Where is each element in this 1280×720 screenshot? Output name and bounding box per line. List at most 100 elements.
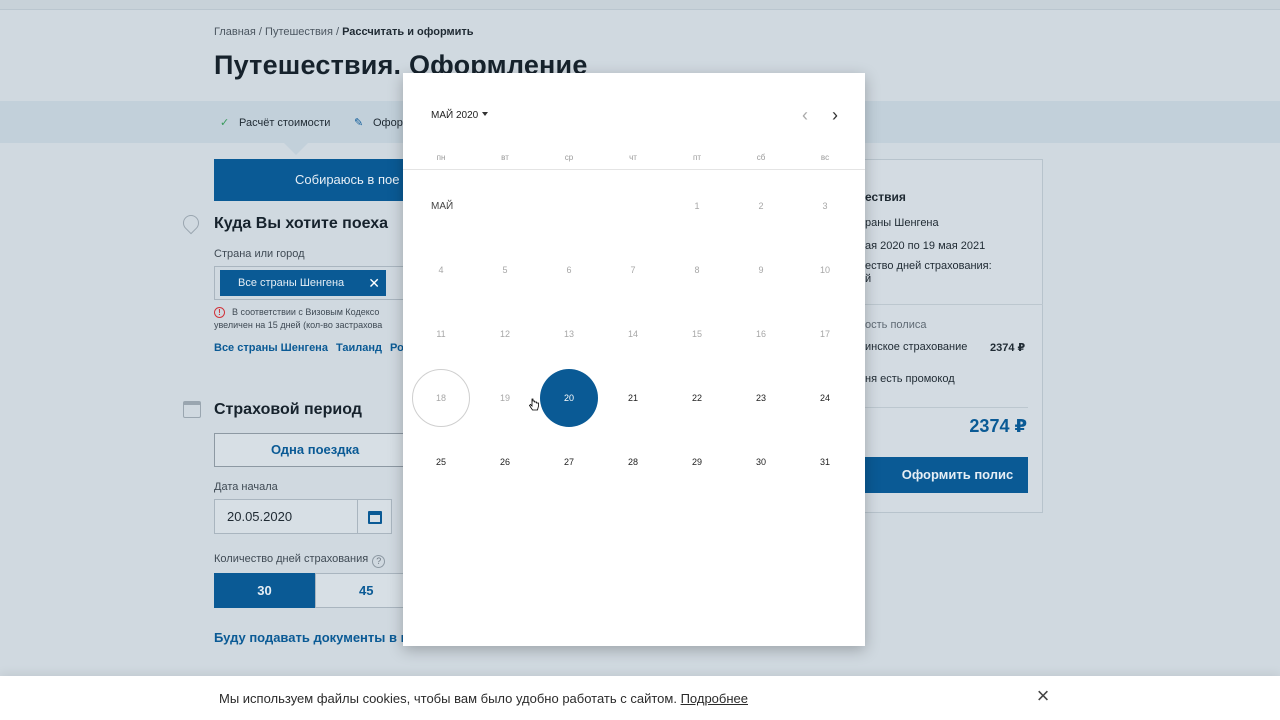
quick-links: Все страны Шенгена Таиланд Ро: [214, 342, 404, 354]
top-bar: [0, 0, 1280, 10]
start-date-input[interactable]: 20.05.2020: [214, 499, 358, 534]
summary-days-line: ество дней страхования:: [865, 260, 992, 272]
help-icon[interactable]: ?: [372, 555, 386, 568]
day-cell[interactable]: 31: [796, 433, 854, 491]
quick-link[interactable]: Таиланд: [336, 342, 382, 354]
close-icon[interactable]: ✕: [368, 270, 380, 296]
docs-link[interactable]: Буду подавать документы в п: [214, 630, 404, 645]
breadcrumb-separator: /: [255, 26, 266, 38]
breadcrumb: Главная / Путешествия / Рассчитать и офо…: [214, 26, 474, 38]
promo-checkbox-label[interactable]: ня есть промокод: [865, 373, 955, 385]
calendar-icon: [368, 511, 382, 524]
breadcrumb-travel[interactable]: Путешествия: [265, 26, 333, 38]
quick-link[interactable]: Ро: [390, 342, 404, 354]
destination-title: Куда Вы хотите поеха: [214, 215, 389, 232]
month-year-select[interactable]: МАЙ 2020: [431, 110, 489, 121]
submit-policy-button[interactable]: Оформить полис: [865, 457, 1028, 493]
day-cell: 1: [694, 201, 700, 211]
warning-text: В соответствии с Визовым Кодексо: [232, 307, 380, 317]
day-cell: 12: [499, 329, 510, 339]
warning-text: увеличен на 15 дней (кол-во застрахова: [214, 320, 383, 330]
day-cell: 17: [819, 329, 830, 339]
summary-cost-label: ость полиса: [865, 319, 927, 331]
summary-country: раны Шенгена: [865, 217, 939, 229]
divider: [865, 407, 1028, 408]
divider: [403, 169, 865, 170]
day-cell[interactable]: 24: [796, 369, 854, 427]
day-cell: 7: [630, 265, 636, 275]
step-calculation[interactable]: ✓ Расчёт стоимости: [220, 116, 330, 129]
day-cell[interactable]: 21: [604, 369, 662, 427]
summary-days: ество дней страхования: й: [865, 260, 992, 286]
day-cell[interactable]: 25: [412, 433, 470, 491]
day-selected[interactable]: 20: [540, 369, 598, 427]
chip-label: Все страны Шенгена: [238, 277, 345, 289]
day-cell[interactable]: 26: [476, 433, 534, 491]
day-cell: 9: [758, 265, 764, 275]
weekday-label: сб: [756, 153, 766, 162]
day-cell: 13: [563, 329, 574, 339]
day-cell: 11: [436, 329, 446, 339]
summary-medical-label: инское страхование: [865, 341, 968, 353]
calendar-icon: [183, 401, 201, 418]
breadcrumb-home[interactable]: Главная: [214, 26, 256, 38]
cookie-message: Мы используем файлы cookies, чтобы вам б…: [219, 691, 681, 706]
check-icon: ✓: [220, 117, 230, 129]
day-cell: 8: [694, 265, 700, 275]
summary-medical-price: 2374 ₽: [990, 342, 1026, 354]
day-cell: 15: [691, 329, 702, 339]
pin-icon: [179, 211, 203, 235]
day-cell[interactable]: 27: [540, 433, 598, 491]
caret-down-icon: [482, 112, 489, 116]
divider: [865, 304, 1043, 305]
pencil-icon: ✎: [354, 117, 364, 129]
weekday-label: вс: [820, 153, 830, 162]
day-cell: 4: [438, 265, 444, 275]
days-option-45[interactable]: 45: [315, 573, 404, 608]
summary-dates: ая 2020 по 19 мая 2021: [865, 240, 986, 252]
calendar-button[interactable]: [357, 499, 392, 534]
days-label-text: Количество дней страхования: [214, 553, 369, 565]
day-cell[interactable]: 22: [668, 369, 726, 427]
month-year-label: МАЙ 2020: [431, 110, 479, 121]
day-cell: 19: [499, 393, 510, 403]
days-option-30[interactable]: 30: [214, 573, 315, 608]
quick-link[interactable]: Все страны Шенгена: [214, 342, 328, 354]
start-date-label: Дата начала: [214, 481, 278, 493]
warning-icon: !: [214, 307, 225, 318]
cookie-bar: Мы используем файлы cookies, чтобы вам б…: [0, 676, 1280, 720]
trip-type-button[interactable]: Собираюсь в пое: [214, 159, 404, 201]
day-cell: 5: [502, 265, 508, 275]
close-icon[interactable]: ×: [1034, 685, 1052, 707]
chevron-left-icon[interactable]: ‹: [797, 106, 813, 124]
summary-title: ествия: [865, 190, 906, 204]
day-cell[interactable]: 30: [732, 433, 790, 491]
day-cell: 14: [627, 329, 638, 339]
day-cell[interactable]: 28: [604, 433, 662, 491]
breadcrumb-separator: /: [332, 26, 343, 38]
date-picker: МАЙ 2020 ‹ › пн вт ср чт пт сб вс МАЙ 12345678…: [403, 73, 865, 646]
one-trip-button[interactable]: Одна поездка: [214, 433, 404, 467]
chevron-right-icon[interactable]: ›: [827, 106, 843, 124]
weekday-label: вт: [501, 153, 509, 162]
step-checkout[interactable]: ✎ Оформ: [354, 116, 410, 129]
hand-cursor-icon: [529, 398, 539, 411]
day-cell: 10: [819, 265, 830, 275]
day-cell: 3: [822, 201, 828, 211]
cookie-text: Мы используем файлы cookies, чтобы вам б…: [219, 691, 748, 706]
breadcrumb-current: Рассчитать и оформить: [342, 26, 474, 38]
step-pointer: [284, 143, 308, 155]
day-cell[interactable]: 23: [732, 369, 790, 427]
day-cell: 6: [566, 265, 572, 275]
summary-card: ествия раны Шенгена ая 2020 по 19 мая 20…: [865, 159, 1043, 513]
day-cell: 18: [412, 369, 470, 427]
weekday-label: ср: [564, 153, 574, 162]
period-title: Страховой период: [214, 401, 362, 418]
step-label: Расчёт стоимости: [239, 117, 331, 129]
summary-total: 2374 ₽: [969, 416, 1027, 436]
country-chip: Все страны Шенгена ✕: [220, 270, 386, 296]
cookie-more-link[interactable]: Подробнее: [681, 691, 748, 706]
weekday-label: чт: [629, 153, 637, 162]
day-cell: 16: [755, 329, 766, 339]
day-cell[interactable]: 29: [668, 433, 726, 491]
